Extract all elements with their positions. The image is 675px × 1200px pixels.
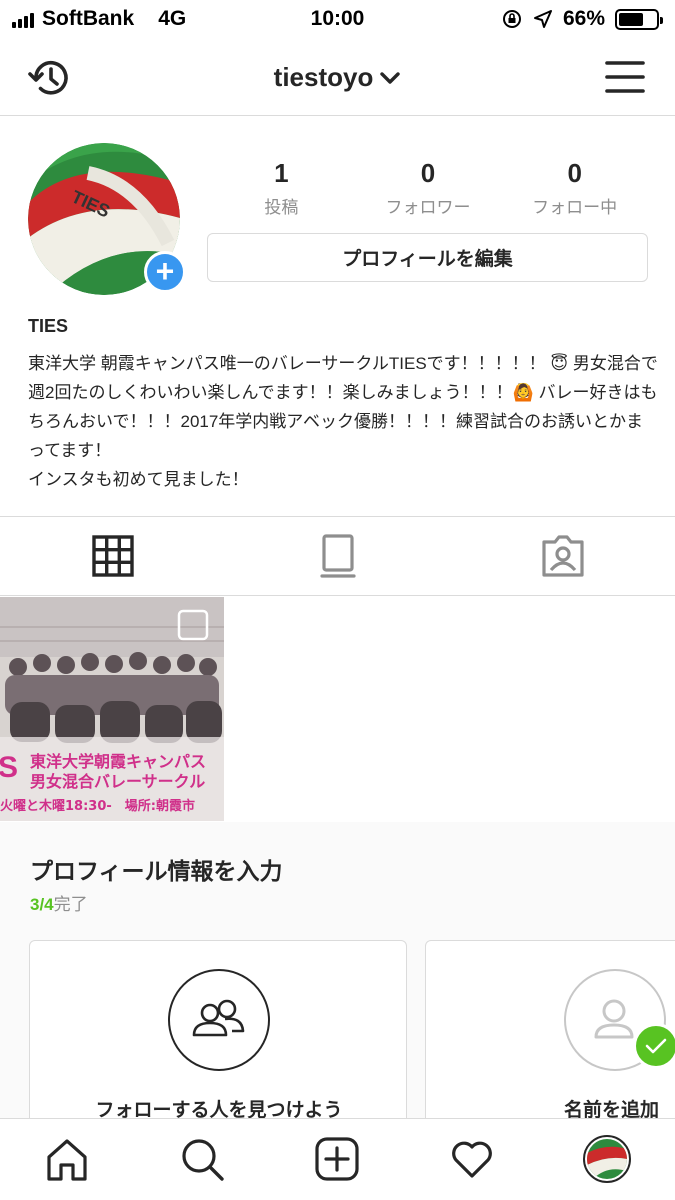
- location-icon: [533, 10, 552, 28]
- stat-posts[interactable]: 1 投稿: [208, 158, 355, 218]
- igtv-icon: [319, 534, 356, 578]
- profile-header-bar: tiestoyo: [0, 40, 675, 116]
- nav-activity[interactable]: [448, 1135, 496, 1183]
- chevron-down-icon: [380, 71, 401, 84]
- profile-tabs: [0, 516, 675, 596]
- search-icon: [182, 1139, 224, 1181]
- progress-count: 3/4: [30, 895, 54, 914]
- account-switcher[interactable]: tiestoyo: [0, 62, 675, 93]
- stat-label: 投稿: [264, 198, 299, 217]
- profile-name: TIES: [28, 316, 69, 336]
- post-caption-line2: 男女混合バレーサークル: [30, 772, 205, 791]
- status-bar: SoftBank 4G 10:00 66%: [0, 0, 675, 40]
- nav-search[interactable]: [178, 1135, 226, 1183]
- checkmark-icon: [633, 1023, 675, 1069]
- tab-grid[interactable]: [0, 517, 225, 595]
- stat-label: フォロワー: [385, 198, 471, 217]
- heart-icon: [452, 1141, 492, 1178]
- nav-profile[interactable]: [583, 1135, 631, 1183]
- tab-tagged[interactable]: [450, 517, 675, 595]
- battery-icon: [615, 8, 663, 30]
- status-bar-right: 66%: [501, 7, 663, 31]
- tagged-icon: [541, 535, 584, 577]
- complete-profile-section: プロフィール情報を入力 3/4完了 フォローする人を見つけよう 名前を追加: [0, 822, 675, 1140]
- username-title: tiestoyo: [273, 62, 374, 92]
- complete-profile-progress: 3/4完了: [30, 890, 88, 915]
- stat-value: 1: [274, 158, 289, 188]
- card-find-people[interactable]: フォローする人を見つけよう: [29, 940, 407, 1140]
- grid-icon: [91, 535, 134, 577]
- bottom-tab-bar: [0, 1118, 675, 1200]
- post-thumbnail[interactable]: S 東洋大学朝霞キャンパス 男女混合バレーサークル 火曜と木曜18:30- 場所…: [0, 597, 224, 821]
- stat-following[interactable]: 0 フォロー中: [501, 158, 648, 218]
- profile-avatar: [583, 1135, 631, 1183]
- home-icon: [47, 1139, 87, 1181]
- orientation-lock-icon: [502, 10, 521, 28]
- edit-profile-button[interactable]: プロフィールを編集: [207, 233, 648, 282]
- stat-value: 0: [420, 158, 436, 188]
- people-icon: [192, 999, 245, 1037]
- stat-followers[interactable]: 0 フォロワー: [355, 158, 502, 218]
- card-add-name[interactable]: 名前を追加: [425, 940, 675, 1140]
- nav-new-post[interactable]: [313, 1135, 361, 1183]
- people-icon-circle: [168, 969, 270, 1071]
- stat-value: 0: [567, 158, 582, 188]
- tab-igtv[interactable]: [225, 517, 450, 595]
- post-caption-letter: S: [0, 751, 18, 784]
- battery-percent: 66%: [562, 7, 605, 30]
- add-post-icon: [315, 1137, 359, 1181]
- group-photo: S 東洋大学朝霞キャンパス 男女混合バレーサークル 火曜と木曜18:30- 場所…: [0, 597, 224, 821]
- complete-profile-title: プロフィール情報を入力: [30, 858, 283, 884]
- add-story-button[interactable]: +: [144, 251, 186, 293]
- profile-bio: TIES 東洋大学 朝霞キャンパス唯一のバレーサークルTIESです！！！！！ 😇…: [28, 316, 658, 494]
- post-caption-line1: 東洋大学朝霞キャンパス: [30, 752, 206, 771]
- stat-label: フォロー中: [532, 198, 618, 217]
- bio-text: 東洋大学 朝霞キャンパス唯一のバレーサークルTIESです！！！！！ 😇 男女混合…: [28, 354, 658, 489]
- post-caption-line3: 火曜と木曜18:30- 場所:朝霞市: [0, 798, 195, 814]
- progress-suffix: 完了: [53, 895, 88, 914]
- profile-avatar-container[interactable]: TIES +: [28, 143, 186, 297]
- profile-stats: 1 投稿 0 フォロワー 0 フォロー中: [208, 158, 648, 218]
- nav-home[interactable]: [43, 1135, 91, 1183]
- menu-icon[interactable]: [605, 57, 645, 97]
